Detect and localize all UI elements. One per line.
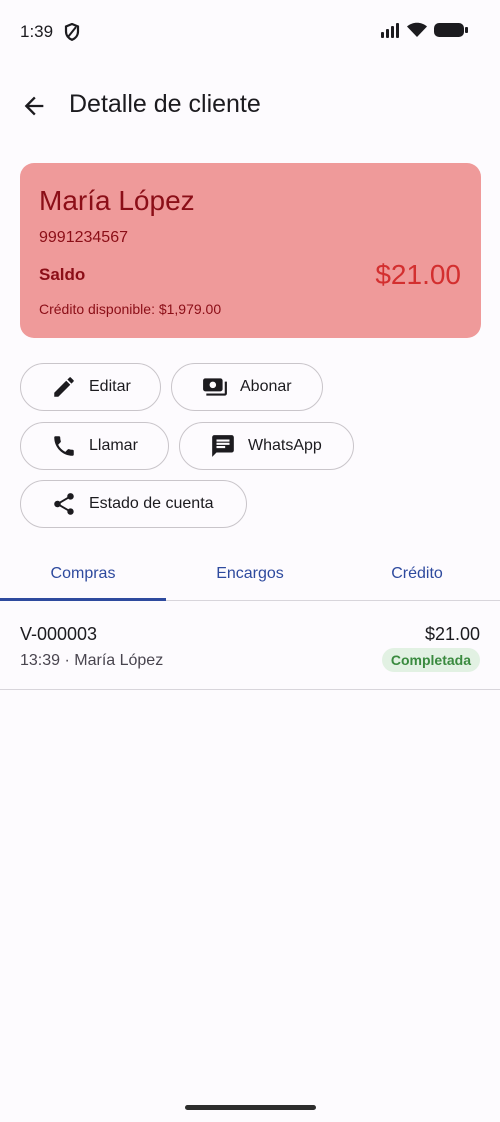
credit-available: Crédito disponible: $1,979.00	[39, 301, 222, 317]
home-indicator[interactable]	[185, 1105, 316, 1110]
call-button-label: Llamar	[89, 437, 138, 454]
account-statement-label: Estado de cuenta	[89, 495, 214, 512]
tab-orders[interactable]: Encargos	[167, 546, 333, 601]
phone-icon	[54, 436, 74, 456]
tab-credit-label: Crédito	[391, 564, 443, 582]
tab-credit[interactable]: Crédito	[334, 546, 500, 601]
back-arrow-icon[interactable]	[20, 92, 48, 120]
status-icons	[380, 22, 468, 38]
sale-subtitle: 13:39 · María López	[20, 652, 164, 669]
tab-purchases[interactable]: Compras	[0, 546, 166, 601]
edit-button[interactable]: Editar	[20, 363, 161, 411]
list-item[interactable]: V-000003 13:39 · María López $21.00 Comp…	[0, 602, 500, 690]
whatsapp-button[interactable]: WhatsApp	[179, 422, 354, 470]
tab-orders-label: Encargos	[216, 564, 284, 582]
pay-button[interactable]: Abonar	[171, 363, 323, 411]
chat-icon	[212, 435, 234, 457]
customer-name: María López	[39, 185, 195, 216]
top-app-bar: Detalle de cliente	[0, 72, 500, 136]
account-statement-button[interactable]: Estado de cuenta	[20, 480, 247, 528]
whatsapp-button-label: WhatsApp	[248, 437, 322, 454]
status-badge: Completada	[381, 648, 480, 672]
cash-icon	[203, 378, 227, 396]
pay-button-label: Abonar	[240, 378, 292, 395]
pencil-icon	[54, 377, 74, 397]
share-icon	[54, 493, 74, 515]
wifi-icon	[407, 22, 427, 37]
customer-summary-card: María López 9991234567 Saldo $21.00 Créd…	[20, 163, 481, 338]
shield-icon	[64, 23, 80, 41]
tab-purchases-label: Compras	[50, 564, 116, 582]
edit-button-label: Editar	[89, 378, 131, 395]
call-button[interactable]: Llamar	[20, 422, 169, 470]
battery-icon	[434, 23, 468, 37]
signal-icon	[381, 23, 399, 38]
balance-value: $21.00	[375, 259, 461, 290]
tab-bar: Compras Encargos Crédito	[0, 546, 500, 601]
sale-id: V-000003	[20, 624, 98, 644]
status-time: 1:39	[20, 22, 54, 41]
sale-amount: $21.00	[424, 624, 480, 644]
customer-phone: 9991234567	[39, 229, 128, 246]
page-title: Detalle de cliente	[69, 90, 261, 118]
balance-label: Saldo	[39, 265, 86, 284]
status-bar: 1:39	[0, 0, 500, 66]
selected-tab-indicator	[0, 598, 166, 601]
